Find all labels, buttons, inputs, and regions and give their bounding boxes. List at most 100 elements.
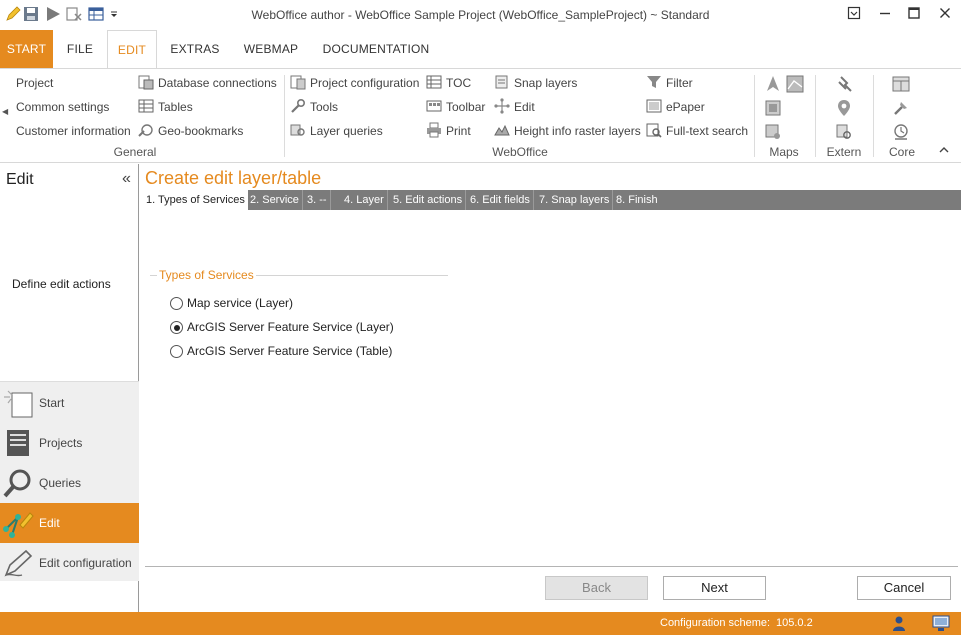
tab-edit[interactable]: EDIT [107,30,157,69]
next-button[interactable]: Next [663,576,766,600]
restore-panel-button[interactable] [845,6,863,22]
full-text-search-icon [646,123,662,138]
ribbon-separator [754,75,755,157]
geo-bookmarks-icon [138,124,153,137]
step-edit-actions[interactable]: 5. Edit actions [390,190,467,210]
ribbon-scroll-left-icon[interactable]: ◀ [2,107,8,116]
ribbon-snap-layers[interactable]: Snap layers [494,73,577,93]
ribbon-full-text-search[interactable]: Full-text search [646,121,748,141]
ribbon-tables[interactable]: Tables [138,97,193,117]
nav-item-edit[interactable]: Edit [0,503,139,543]
ribbon-database-connections[interactable]: Database connections [138,73,277,93]
ribbon-separator [873,75,874,157]
group-label-general: General [113,145,157,159]
step-layer[interactable]: 4. Layer [341,190,388,210]
nav-item-projects[interactable]: Projects [0,423,139,463]
maximize-button[interactable] [905,6,923,22]
core-window-icon[interactable] [892,75,910,93]
collapse-ribbon-icon[interactable] [939,145,949,158]
status-value: 105.0.2 [776,617,813,629]
wizard-steps: 1. Types of Services 2. Service 3. -- 4.… [143,190,961,210]
group-legend: Types of Services [157,268,256,282]
nav-item-queries[interactable]: Queries [0,463,139,503]
ribbon-toolbar[interactable]: Toolbar [426,97,485,117]
ribbon-filter[interactable]: Filter [646,73,693,93]
close-button[interactable] [936,6,954,22]
edit-vertex-icon [494,98,510,114]
tab-documentation[interactable]: DOCUMENTATION [318,30,434,68]
toc-icon [426,75,442,89]
group-label-weboffice: WebOffice [492,145,548,159]
ribbon-height-info-raster-layers[interactable]: Height info raster layers [494,121,641,141]
projects-icon [7,430,29,456]
restore-panel-icon [847,6,861,20]
radio-button[interactable] [170,345,183,358]
step-service[interactable]: 2. Service [247,190,303,210]
location-icon[interactable] [835,99,853,117]
ribbon-geo-bookmarks[interactable]: Geo-bookmarks [138,121,243,141]
ribbon-project-configuration[interactable]: Project configuration [290,73,419,93]
map-north-icon[interactable] [764,75,782,93]
ribbon-epaper[interactable]: ePaper [646,97,705,117]
nav-item-start[interactable]: Start [0,383,139,423]
layer-queries-icon [290,124,305,136]
database-connections-icon [138,75,154,90]
ribbon-project[interactable]: Project [16,73,53,93]
close-icon [940,8,950,18]
tab-start[interactable]: START [0,30,53,68]
tools-icon [291,98,306,113]
step-types-of-services[interactable]: 1. Types of Services [143,190,248,210]
ribbon-print[interactable]: Print [426,121,471,141]
step-finish[interactable]: 8. Finish [613,190,661,210]
ribbon-common-settings[interactable]: Common settings [16,97,109,117]
height-info-icon [494,124,510,136]
tab-webmap[interactable]: WEBMAP [234,30,308,68]
map-settings-icon[interactable] [764,123,782,141]
back-button[interactable]: Back [545,576,648,600]
title-bar: WebOffice author - WebOffice Sample Proj… [0,0,961,30]
ribbon-separator [284,75,285,157]
ribbon-separator [815,75,816,157]
group-label-extern: Extern [826,145,862,159]
ribbon-layer-queries[interactable]: Layer queries [290,121,383,141]
step-3[interactable]: 3. -- [304,190,331,210]
page-heading: Create edit layer/table [145,168,322,188]
left-panel: Edit « Define edit actions Start Project… [0,164,139,612]
nav-item-edit-configuration[interactable]: Edit configuration [0,543,139,583]
ribbon-customer-information[interactable]: Customer information [16,121,131,141]
ribbon-tools[interactable]: Tools [290,97,338,117]
map-layers-icon[interactable] [786,75,804,93]
monitor-icon[interactable] [932,615,950,632]
extern-search-icon[interactable] [835,123,853,141]
core-clock-icon[interactable] [892,123,910,141]
step-snap-layers[interactable]: 7. Snap layers [536,190,614,210]
ribbon-toc[interactable]: TOC [426,73,471,93]
ribbon-edit[interactable]: Edit [494,97,535,117]
step-edit-fields[interactable]: 6. Edit fields [467,190,534,210]
collapse-panel-button[interactable]: « [122,170,131,188]
core-tools-icon[interactable] [892,99,910,117]
queries-icon [3,469,31,498]
map-service-icon[interactable] [764,99,782,117]
status-bar: Configuration scheme: 105.0.2 [0,612,961,635]
user-icon[interactable] [891,615,907,632]
ribbon-tabs: START FILE EDIT EXTRAS WEBMAP DOCUMENTAT… [0,30,961,69]
cancel-button[interactable]: Cancel [857,576,951,600]
minimize-button[interactable] [876,6,894,22]
maximize-icon [908,7,920,19]
epaper-icon [646,99,662,113]
start-icon [4,390,33,418]
pin-icon[interactable] [835,75,853,93]
window-title: WebOffice author - WebOffice Sample Proj… [251,8,710,22]
tab-file[interactable]: FILE [58,30,102,68]
group-label-maps: Maps [769,145,799,159]
project-configuration-icon [290,75,306,90]
tab-extras[interactable]: EXTRAS [160,30,230,68]
panel-title: Edit [6,171,34,188]
panel-description: Define edit actions [12,277,111,291]
tables-icon [138,99,154,113]
ribbon: ◀ Project Common settings Customer infor… [0,68,961,163]
radio-button[interactable] [170,297,183,310]
edit-icon [3,512,34,538]
radio-button[interactable] [170,321,183,334]
